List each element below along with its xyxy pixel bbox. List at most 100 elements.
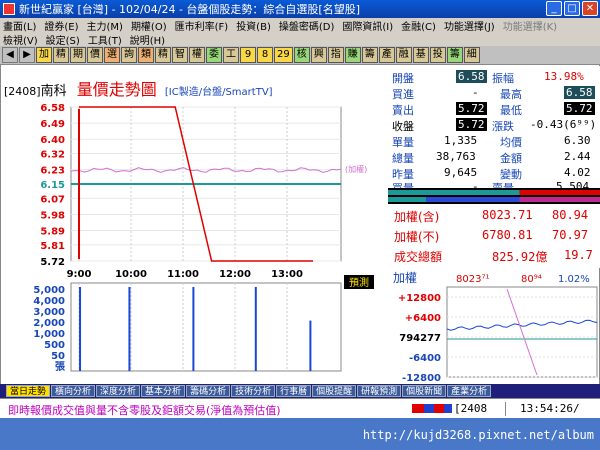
tab-research[interactable]: 研報預測 <box>357 385 402 397</box>
mini-tick-label: -12800 <box>402 373 441 384</box>
mini-tick-label: +6400 <box>405 313 441 324</box>
toolbar-btn-4[interactable]: 價 <box>87 47 103 63</box>
toolbar-btn-8[interactable]: 精 <box>155 47 171 63</box>
index-without-change: 70.97 <box>552 228 589 242</box>
turnover-value: 825.92億 <box>492 250 548 264</box>
tab-fundamental[interactable]: 基本分析 <box>141 385 186 397</box>
toolbar-btn-18[interactable]: 指 <box>327 47 344 63</box>
quote-panel: 開盤 6.58 振幅 13.98% 買進 - 最高 6.58 賣出 5.72 最… <box>388 66 600 195</box>
volume-bar <box>192 287 195 371</box>
price-tick-label: 5.98 <box>40 210 65 221</box>
tab-reminder[interactable]: 個股提醒 <box>312 385 357 397</box>
unit-volume-label: 單量 <box>392 136 414 149</box>
toolbar-btn-1[interactable]: 加 <box>36 47 52 63</box>
toolbar-btn-7[interactable]: 類 <box>138 47 154 63</box>
index-without-label: 加權(不) <box>394 230 440 244</box>
menu-fx-rates[interactable]: 匯市利率(F) <box>175 18 229 33</box>
yesterday-volume-value: 9,645 <box>444 166 478 179</box>
high-label: 最高 <box>500 88 522 101</box>
toolbar-btn-16[interactable]: 核 <box>293 47 310 63</box>
minimize-button[interactable]: _ <box>546 1 562 16</box>
turnover-label: 成交總額 <box>394 250 443 264</box>
change-value: -0.43(6⁹⁹) <box>530 118 597 131</box>
total-volume-value: 38,763 <box>436 150 476 163</box>
toolbar-btn-3[interactable]: 期 <box>70 47 86 63</box>
toolbar-btn-20[interactable]: 籌 <box>361 47 378 63</box>
toolbar-btn-13[interactable]: 9 <box>240 47 256 63</box>
menu-function-j[interactable]: 功能選擇(J) <box>444 18 495 33</box>
toolbar-btn-10[interactable]: 權 <box>189 47 205 63</box>
index-with-change: 80.94 <box>552 208 589 222</box>
open-value: 6.58 <box>456 70 487 83</box>
index-without-value: 6780.81 <box>482 228 533 242</box>
maximize-button[interactable]: □ <box>564 1 580 16</box>
volume-tick-label: 3,000 <box>33 307 65 318</box>
toolbar-btn-24[interactable]: 投 <box>429 47 446 63</box>
tab-chips[interactable]: 籌碼分析 <box>186 385 231 397</box>
toolbar-btn-5[interactable]: 選 <box>104 47 120 63</box>
tab-industry[interactable]: 產業分析 <box>447 385 492 397</box>
toolbar-btn-21[interactable]: 產 <box>378 47 395 63</box>
low-value: 5.72 <box>564 102 595 115</box>
watermark-strip: http://kujd3268.pixnet.net/album <box>0 418 600 450</box>
forecast-label: 預測 <box>349 276 369 289</box>
toolbar-btn-22[interactable]: 融 <box>395 47 412 63</box>
bid-ask-bar <box>388 188 600 204</box>
close-label: 收盤 <box>392 120 414 133</box>
toolbar-btn-9[interactable]: 智 <box>172 47 188 63</box>
turnover-change: 19.7 <box>564 248 593 262</box>
tab-calendar[interactable]: 行事曆 <box>276 385 312 397</box>
back-arrow-icon[interactable]: ◀ <box>2 47 18 63</box>
tab-technical[interactable]: 技術分析 <box>231 385 276 397</box>
price-tick-label: 6.07 <box>40 194 65 205</box>
price-tick-label: 6.49 <box>40 119 65 130</box>
forward-arrow-icon[interactable]: ▶ <box>19 47 35 63</box>
mini-chart-pct: 1.02% <box>558 274 590 285</box>
toolbar-btn-25[interactable]: 籌 <box>446 47 463 63</box>
tab-news[interactable]: 個股新聞 <box>402 385 447 397</box>
tab-horizontal[interactable]: 橫向分析 <box>51 385 96 397</box>
menu-view[interactable]: 檢視(V) <box>3 32 38 47</box>
toolbar-btn-15[interactable]: 29 <box>274 47 293 63</box>
menu-securities[interactable]: 證券(E) <box>44 18 78 33</box>
toolbar-btn-17[interactable]: 興 <box>310 47 327 63</box>
menu-trade-code[interactable]: 操盤密碼(D) <box>279 18 335 33</box>
toolbar-btn-23[interactable]: 基 <box>412 47 429 63</box>
volume-bar <box>254 287 257 371</box>
close-button[interactable]: ✕ <box>582 1 598 16</box>
window-title: 新世紀贏家 [台灣] - 102/04/24 - 台盤個股走勢：綜合自選股[名望… <box>19 3 360 16</box>
price-tick-label: 5.89 <box>40 227 65 238</box>
menu-invest[interactable]: 投資(B) <box>236 18 271 33</box>
total-volume-label: 總量 <box>392 152 414 165</box>
volume-bar <box>79 287 82 371</box>
time-tick-label: 13:00 <box>271 269 303 280</box>
menu-finance[interactable]: 金融(C) <box>401 18 436 33</box>
toolbar-btn-6[interactable]: 詢 <box>121 47 137 63</box>
status-bar: 即時報價成交值與量不含零股及鉅額交易(淨值為預估值) [2408 13:54:2… <box>0 398 600 418</box>
menu-intl-info[interactable]: 國際資訊(I) <box>342 18 393 33</box>
title-bar: 新世紀贏家 [台灣] - 102/04/24 - 台盤個股走勢：綜合自選股[名望… <box>0 0 600 18</box>
status-indicator <box>412 404 452 413</box>
toolbar-btn-11[interactable]: 委 <box>206 47 222 63</box>
low-label: 最低 <box>500 104 522 117</box>
menu-help[interactable]: 說明(H) <box>130 32 165 47</box>
avg-price-label: 均價 <box>500 136 522 149</box>
toolbar-btn-26[interactable]: 細 <box>463 47 480 63</box>
menu-main-force[interactable]: 主力(M) <box>87 18 123 33</box>
toolbar-btn-12[interactable]: 工 <box>223 47 239 63</box>
menu-function-k[interactable]: 功能選擇(K) <box>503 18 557 33</box>
toolbar-btn-14[interactable]: 8 <box>257 47 273 63</box>
menu-options[interactable]: 期權(O) <box>131 18 167 33</box>
menu-tools[interactable]: 工具(T) <box>88 32 122 47</box>
tab-intraday[interactable]: 當日走勢 <box>6 385 51 397</box>
status-note: 即時報價成交值與量不含零股及鉅額交易(淨值為預估值) <box>8 404 281 417</box>
price-tick-label: 6.15 <box>40 180 65 191</box>
toolbar-btn-2[interactable]: 精 <box>53 47 69 63</box>
tab-depth[interactable]: 深度分析 <box>96 385 141 397</box>
mini-tick-label: -6400 <box>409 353 441 364</box>
open-label: 開盤 <box>392 72 414 85</box>
menu-screen[interactable]: 畫面(L) <box>3 18 36 33</box>
menu-settings[interactable]: 設定(S) <box>46 32 80 47</box>
toolbar-btn-19[interactable]: 賺 <box>344 47 361 63</box>
status-divider <box>505 402 506 416</box>
